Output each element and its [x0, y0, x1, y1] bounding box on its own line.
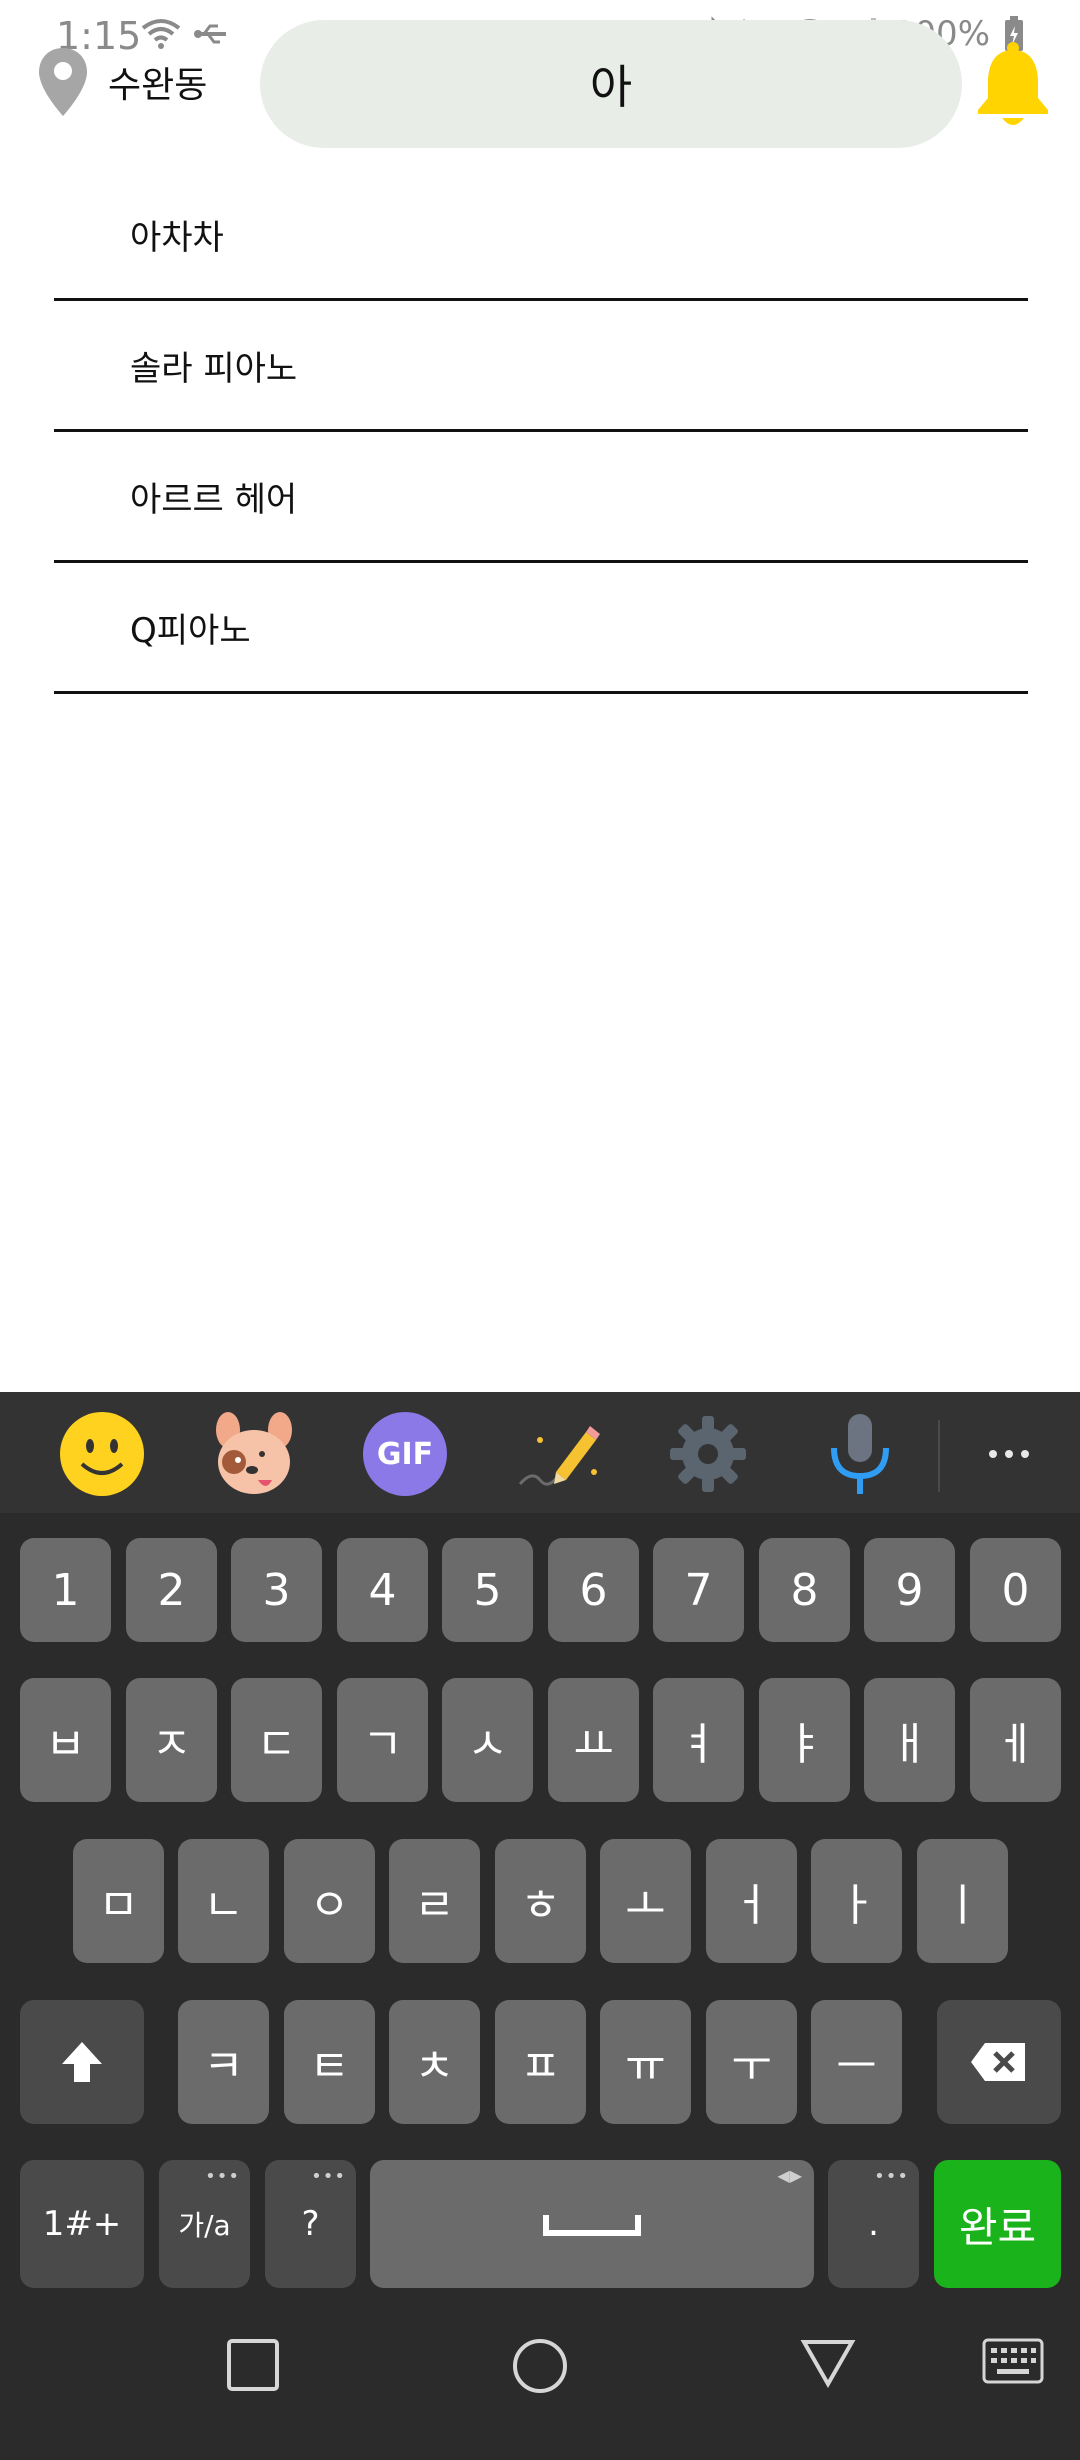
- period-key[interactable]: ••• .: [828, 2160, 919, 2288]
- key-8[interactable]: 8: [759, 1538, 850, 1642]
- language-key-label: 가/a: [178, 2209, 231, 2242]
- key-jieut[interactable]: ㅈ: [126, 1678, 217, 1802]
- search-results-list: 아차차 솔라 피아노 아르르 헤어 Q피아노: [54, 170, 1028, 694]
- symbols-key-label: 1#+: [42, 2204, 122, 2244]
- space-key[interactable]: ◀▶: [370, 2160, 814, 2288]
- key-digeut[interactable]: ㄷ: [231, 1678, 322, 1802]
- result-label: 솔라 피아노: [130, 348, 298, 389]
- bell-icon: [978, 42, 1048, 125]
- key-hieut[interactable]: ㅎ: [495, 1839, 586, 1963]
- voice-input-button[interactable]: [812, 1406, 908, 1502]
- emoji-icon: [60, 1412, 144, 1496]
- key-mieum[interactable]: ㅁ: [73, 1839, 164, 1963]
- pencil-icon: [518, 1426, 600, 1486]
- key-3[interactable]: 3: [231, 1538, 322, 1642]
- key-bieup[interactable]: ㅂ: [20, 1678, 111, 1802]
- key-ae[interactable]: ㅐ: [864, 1678, 955, 1802]
- key-5[interactable]: 5: [442, 1538, 533, 1642]
- back-icon: [800, 2340, 856, 2388]
- key-nieun[interactable]: ㄴ: [178, 1839, 269, 1963]
- key-2[interactable]: 2: [126, 1538, 217, 1642]
- recents-button[interactable]: [226, 2338, 280, 2392]
- space-key-arrows: ◀▶: [777, 2166, 802, 2185]
- result-label: 아르르 헤어: [130, 479, 298, 520]
- result-item[interactable]: 솔라 피아노: [54, 301, 1028, 432]
- symbols-key[interactable]: 1#+: [20, 2160, 144, 2288]
- key-ieung[interactable]: ㅇ: [284, 1839, 375, 1963]
- key-rieul[interactable]: ㄹ: [389, 1839, 480, 1963]
- key-kieuk[interactable]: ㅋ: [178, 2000, 269, 2124]
- key-9[interactable]: 9: [864, 1538, 955, 1642]
- question-key-label: ?: [301, 2204, 320, 2244]
- key-yu[interactable]: ㅠ: [600, 2000, 691, 2124]
- location-selector[interactable]: 수완동: [36, 46, 207, 118]
- dog-sticker-icon: [216, 1412, 292, 1494]
- key-0[interactable]: 0: [970, 1538, 1061, 1642]
- period-key-label: .: [868, 2204, 879, 2244]
- key-yeo[interactable]: ㅕ: [653, 1678, 744, 1802]
- settings-button[interactable]: [660, 1406, 756, 1502]
- result-label: 아차차: [130, 217, 224, 258]
- keyboard-icon: [982, 2338, 1044, 2384]
- key-7[interactable]: 7: [653, 1538, 744, 1642]
- key-a[interactable]: ㅏ: [811, 1839, 902, 1963]
- key-o[interactable]: ㅗ: [600, 1839, 691, 1963]
- keyboard-hide-button[interactable]: [982, 2338, 1044, 2384]
- home-icon: [513, 2339, 567, 2393]
- gear-icon: [670, 1416, 746, 1492]
- recents-icon: [227, 2339, 279, 2391]
- done-key[interactable]: 완료: [934, 2160, 1061, 2288]
- language-key[interactable]: ••• 가/a: [159, 2160, 250, 2288]
- result-item[interactable]: 아르르 헤어: [54, 432, 1028, 563]
- key-pieup[interactable]: ㅍ: [495, 2000, 586, 2124]
- shift-icon: [62, 2042, 102, 2082]
- key-4[interactable]: 4: [337, 1538, 428, 1642]
- search-input[interactable]: [260, 57, 962, 111]
- shift-key[interactable]: [20, 2000, 144, 2124]
- more-options-button[interactable]: [974, 1424, 1044, 1484]
- key-e[interactable]: ㅔ: [970, 1678, 1061, 1802]
- notification-button[interactable]: [970, 40, 1056, 130]
- backspace-key[interactable]: [937, 2000, 1061, 2124]
- question-key-dots: •••: [311, 2166, 346, 2187]
- navigation-bar: [0, 2292, 1080, 2460]
- home-button[interactable]: [512, 2338, 568, 2394]
- key-giyeok[interactable]: ㄱ: [337, 1678, 428, 1802]
- gif-label: GIF: [376, 1436, 434, 1472]
- key-1[interactable]: 1: [20, 1538, 111, 1642]
- key-6[interactable]: 6: [548, 1538, 639, 1642]
- key-yo[interactable]: ㅛ: [548, 1678, 639, 1802]
- keyboard-toolbar: GIF: [0, 1392, 1080, 1513]
- key-chieut[interactable]: ㅊ: [389, 2000, 480, 2124]
- key-ya[interactable]: ㅑ: [759, 1678, 850, 1802]
- backspace-icon: [971, 2043, 1025, 2081]
- search-bar[interactable]: [260, 20, 962, 148]
- key-eu[interactable]: ㅡ: [811, 2000, 902, 2124]
- key-tieut[interactable]: ㅌ: [284, 2000, 375, 2124]
- language-key-dots: •••: [205, 2166, 240, 2187]
- handwriting-button[interactable]: [508, 1406, 604, 1502]
- period-key-dots: •••: [874, 2166, 909, 2187]
- result-item[interactable]: 아차차: [54, 170, 1028, 301]
- key-u[interactable]: ㅜ: [706, 2000, 797, 2124]
- key-siot[interactable]: ㅅ: [442, 1678, 533, 1802]
- map-pin-icon: [39, 48, 87, 116]
- space-icon: [543, 2215, 641, 2236]
- result-label: Q피아노: [130, 610, 251, 651]
- question-key[interactable]: ••• ?: [265, 2160, 356, 2288]
- toolbar-divider: [938, 1420, 940, 1492]
- emoji-button[interactable]: [54, 1406, 150, 1502]
- key-eo[interactable]: ㅓ: [706, 1839, 797, 1963]
- back-button[interactable]: [800, 2338, 856, 2388]
- sticker-button[interactable]: [206, 1406, 302, 1502]
- key-i[interactable]: ㅣ: [917, 1839, 1008, 1963]
- gif-button[interactable]: GIF: [357, 1406, 453, 1502]
- location-label: 수완동: [108, 65, 208, 106]
- app-screen: 1:15 100% 수완동 아 아차차 솔라 피아노 아르르 헤어 Q피아노 G…: [0, 0, 1080, 2460]
- microphone-icon: [831, 1414, 889, 1494]
- result-item[interactable]: Q피아노: [54, 563, 1028, 694]
